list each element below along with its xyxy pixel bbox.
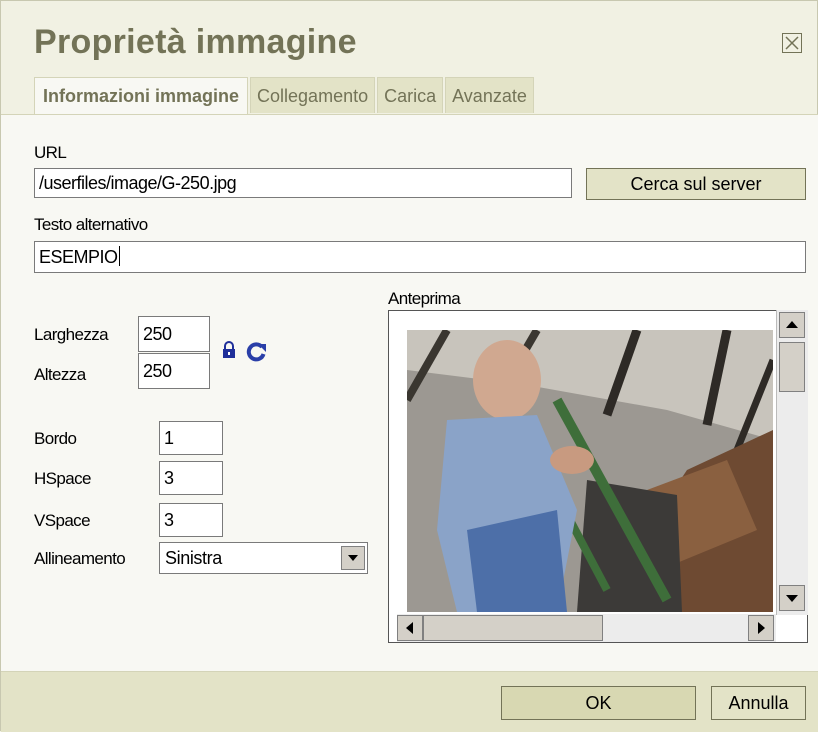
close-button[interactable] <box>782 33 802 53</box>
tab-image-info[interactable]: Informazioni immagine <box>34 77 249 115</box>
lock-icon <box>223 341 235 358</box>
arrow-down-icon <box>786 595 798 602</box>
text-cursor <box>118 246 120 266</box>
scroll-left-button[interactable] <box>397 615 423 641</box>
dialog-title: Proprietà immagine <box>34 23 357 61</box>
width-input[interactable]: 250 <box>138 316 210 352</box>
arrow-up-icon <box>786 321 798 328</box>
url-input[interactable]: /userfiles/image/G-250.jpg <box>34 168 572 198</box>
browse-server-button[interactable]: Cerca sul server <box>586 168 806 200</box>
scroll-up-button[interactable] <box>779 312 805 338</box>
hspace-label: HSpace <box>34 469 91 488</box>
height-input[interactable]: 250 <box>138 353 210 389</box>
border-input[interactable]: 1 <box>159 421 223 455</box>
preview-label: Anteprima <box>388 289 461 308</box>
tab-bar: Informazioni immagine Collegamento Caric… <box>34 77 536 115</box>
alt-text-input[interactable]: ESEMPIO <box>34 241 806 273</box>
preview-image <box>407 330 773 612</box>
vspace-label: VSpace <box>34 511 91 530</box>
url-label: URL <box>34 143 67 162</box>
vertical-scroll-thumb[interactable] <box>779 342 805 392</box>
width-label: Larghezza <box>34 325 109 344</box>
reset-size-button[interactable] <box>245 341 267 363</box>
cancel-button[interactable]: Annulla <box>711 686 806 720</box>
alignment-value: Sinistra <box>165 548 222 568</box>
reset-size-icon <box>246 342 266 362</box>
image-properties-dialog: Proprietà immagine Informazioni immagine… <box>0 0 818 732</box>
alt-text-label: Testo alternativo <box>34 215 148 234</box>
alignment-dropdown-button[interactable] <box>341 546 365 570</box>
scroll-right-button[interactable] <box>748 615 774 641</box>
preview-horizontal-scrollbar[interactable] <box>397 614 776 642</box>
border-label: Bordo <box>34 429 77 448</box>
vspace-input[interactable]: 3 <box>159 503 223 537</box>
arrow-right-icon <box>758 622 765 634</box>
close-icon <box>785 36 799 50</box>
alignment-label: Allineamento <box>34 549 126 568</box>
hspace-input[interactable]: 3 <box>159 461 223 495</box>
chevron-down-icon <box>348 555 358 561</box>
lock-ratio-button[interactable] <box>221 341 237 359</box>
ok-button[interactable]: OK <box>501 686 696 720</box>
horizontal-scroll-thumb[interactable] <box>423 615 603 641</box>
alignment-select[interactable]: Sinistra <box>159 542 368 574</box>
arrow-left-icon <box>406 622 413 634</box>
tab-link[interactable]: Collegamento <box>250 77 376 113</box>
preview-vertical-scrollbar[interactable] <box>776 310 808 615</box>
height-label: Altezza <box>34 365 86 384</box>
tab-upload[interactable]: Carica <box>377 77 444 113</box>
alt-text-value: ESEMPIO <box>39 247 118 267</box>
tab-advanced[interactable]: Avanzate <box>445 77 534 113</box>
scroll-down-button[interactable] <box>779 585 805 611</box>
